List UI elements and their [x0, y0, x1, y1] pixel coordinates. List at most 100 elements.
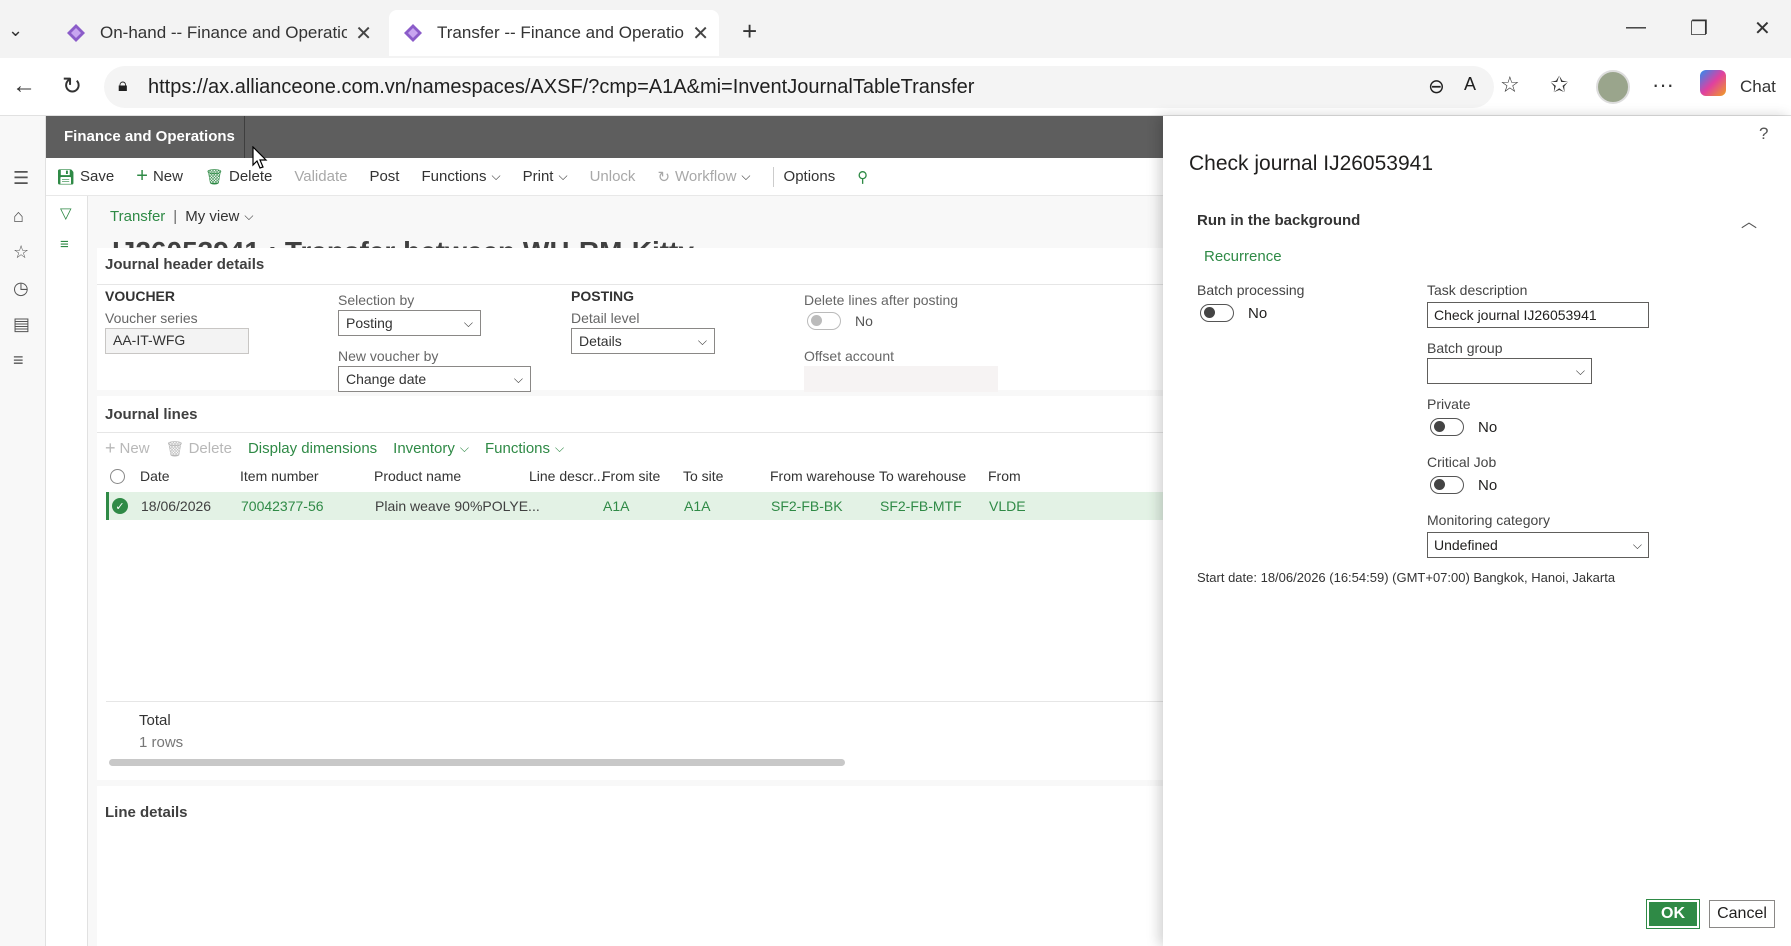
unlock-button[interactable]: Unlock	[590, 168, 636, 185]
workflow-menu[interactable]: ↻ Workflow ⌵	[657, 168, 750, 186]
minimize-icon[interactable]: —	[1626, 16, 1646, 39]
voucher-series-label: Voucher series	[105, 310, 198, 326]
modules-icon[interactable]: ≡	[13, 350, 24, 371]
search-button[interactable]: ⚲	[857, 168, 873, 186]
column-header[interactable]: Product name	[374, 468, 461, 484]
chevron-down-icon: ⌵	[244, 209, 254, 223]
cell-product-name[interactable]: Plain weave 90%POLYE...	[375, 498, 540, 514]
tab-list-chevron-icon[interactable]: ⌄	[8, 20, 23, 41]
view-selector[interactable]: My view	[185, 208, 239, 225]
recent-icon[interactable]: ◷	[13, 278, 29, 299]
url-field[interactable]: 🔒︎ https://ax.allianceone.com.vn/namespa…	[104, 66, 1494, 108]
cell-date[interactable]: 18/06/2026	[141, 498, 211, 514]
functions-menu[interactable]: Functions ⌵	[421, 168, 500, 185]
back-icon[interactable]: ←	[12, 72, 36, 100]
print-menu[interactable]: Print ⌵	[523, 168, 568, 185]
start-date-text: Start date: 18/06/2026 (16:54:59) (GMT+0…	[1197, 570, 1616, 585]
cell-from-warehouse[interactable]: SF2-FB-BK	[771, 498, 843, 514]
main-content: Transfer | My view ⌵ IJ26053941 : Transf…	[88, 196, 1163, 946]
read-aloud-icon[interactable]: A	[1464, 74, 1476, 95]
copilot-icon[interactable]	[1700, 70, 1726, 96]
save-icon: 💾︎	[56, 168, 76, 186]
header-divider	[244, 116, 245, 158]
new-button[interactable]: + New	[136, 165, 183, 188]
horizontal-scrollbar[interactable]	[109, 759, 845, 766]
cell-from[interactable]: VLDE	[989, 498, 1026, 514]
table-row[interactable]: ✓ 18/06/2026 70042377-56 Plain weave 90%…	[106, 492, 1163, 520]
post-button[interactable]: Post	[369, 168, 399, 185]
inventory-menu[interactable]: Inventory	[393, 440, 455, 457]
options-button[interactable]: Options	[784, 168, 836, 185]
voucher-series-field[interactable]: AA-IT-WFG	[105, 328, 249, 354]
cell-to-site[interactable]: A1A	[684, 498, 710, 514]
new-voucher-by-select[interactable]: Change date ⌵	[338, 366, 531, 392]
restore-icon[interactable]: ❐	[1690, 16, 1708, 41]
row-selected-check-icon[interactable]: ✓	[112, 498, 128, 514]
more-options-icon[interactable]: ···	[1652, 72, 1674, 98]
trash-icon: 🗑︎	[165, 440, 185, 458]
monitoring-category-select[interactable]: Undefined ⌵	[1427, 532, 1649, 558]
column-header[interactable]: Date	[140, 468, 170, 484]
zoom-icon[interactable]: ⊖	[1428, 74, 1445, 99]
hamburger-menu-icon[interactable]: ☰	[13, 168, 29, 189]
cell-to-warehouse[interactable]: SF2-FB-MTF	[880, 498, 962, 514]
unlock-label: Unlock	[589, 168, 636, 185]
selection-by-select[interactable]: Posting ⌵	[338, 310, 481, 336]
favorites-icon[interactable]: ✩	[1550, 72, 1568, 98]
task-description-label: Task description	[1427, 282, 1528, 298]
close-window-icon[interactable]: ✕	[1754, 16, 1771, 41]
breadcrumb-transfer[interactable]: Transfer	[110, 208, 165, 225]
close-tab-icon[interactable]: ✕	[355, 21, 372, 46]
cell-item-number[interactable]: 70042377-56	[241, 498, 324, 514]
favorites-icon[interactable]: ☆	[13, 242, 29, 263]
ok-button[interactable]: OK	[1646, 899, 1700, 929]
home-icon[interactable]: ⌂	[13, 206, 24, 227]
post-label: Post	[369, 168, 400, 185]
batch-processing-toggle[interactable]	[1200, 304, 1234, 322]
lines-functions-menu[interactable]: Functions	[485, 440, 550, 457]
select-all-radio[interactable]	[110, 469, 125, 484]
delete-lines-toggle[interactable]	[807, 312, 841, 330]
section-header-journal-header[interactable]: Journal header details	[105, 256, 264, 273]
browser-tab-onhand[interactable]: On-hand -- Finance and Operations ✕	[52, 10, 382, 56]
browser-tab-transfer[interactable]: Transfer -- Finance and Operations ✕	[389, 10, 719, 56]
detail-level-select[interactable]: Details ⌵	[571, 328, 715, 354]
recurrence-link[interactable]: Recurrence	[1204, 248, 1282, 265]
column-header[interactable]: From warehouse	[770, 468, 875, 484]
workspaces-icon[interactable]: ▤	[13, 314, 30, 335]
private-toggle[interactable]	[1430, 418, 1464, 436]
lines-new-button[interactable]: New	[120, 440, 150, 457]
delete-lines-label: Delete lines after posting	[804, 292, 959, 308]
column-header[interactable]: To site	[683, 468, 723, 484]
refresh-icon[interactable]: ↻	[62, 72, 82, 101]
section-header-line-details[interactable]: Line details	[105, 804, 188, 821]
column-header[interactable]: Line descr...	[529, 468, 605, 484]
close-tab-icon[interactable]: ✕	[692, 21, 709, 46]
new-voucher-by-label: New voucher by	[338, 348, 439, 364]
chat-button[interactable]: Chat	[1740, 77, 1776, 97]
favorite-star-icon[interactable]: ☆	[1500, 72, 1520, 98]
lines-delete-button[interactable]: Delete	[189, 440, 232, 457]
save-button[interactable]: 💾︎ Save	[56, 168, 114, 186]
filter-icon[interactable]: ▽	[60, 204, 72, 222]
list-icon[interactable]: ≡	[60, 236, 69, 253]
batch-processing-row: No	[1200, 304, 1267, 322]
help-icon[interactable]: ?	[1759, 124, 1768, 144]
new-tab-icon[interactable]: +	[742, 16, 757, 47]
task-description-input[interactable]: Check journal IJ26053941	[1427, 302, 1649, 328]
profile-avatar[interactable]	[1596, 70, 1630, 104]
column-header[interactable]: From site	[602, 468, 660, 484]
breadcrumb: Transfer | My view ⌵	[110, 208, 253, 225]
column-header[interactable]: From	[988, 468, 1021, 484]
cell-from-site[interactable]: A1A	[603, 498, 629, 514]
chevron-up-icon[interactable]: ︿	[1741, 208, 1757, 232]
column-header[interactable]: Item number	[240, 468, 319, 484]
section-header-journal-lines[interactable]: Journal lines	[105, 406, 198, 423]
validate-button[interactable]: Validate	[294, 168, 347, 185]
batch-group-select[interactable]: ⌵	[1427, 358, 1592, 384]
cancel-button[interactable]: Cancel	[1709, 900, 1775, 928]
run-in-background-header[interactable]: Run in the background	[1197, 212, 1360, 229]
display-dimensions-button[interactable]: Display dimensions	[248, 440, 377, 457]
critical-job-toggle[interactable]	[1430, 476, 1464, 494]
column-header[interactable]: To warehouse	[879, 468, 966, 484]
